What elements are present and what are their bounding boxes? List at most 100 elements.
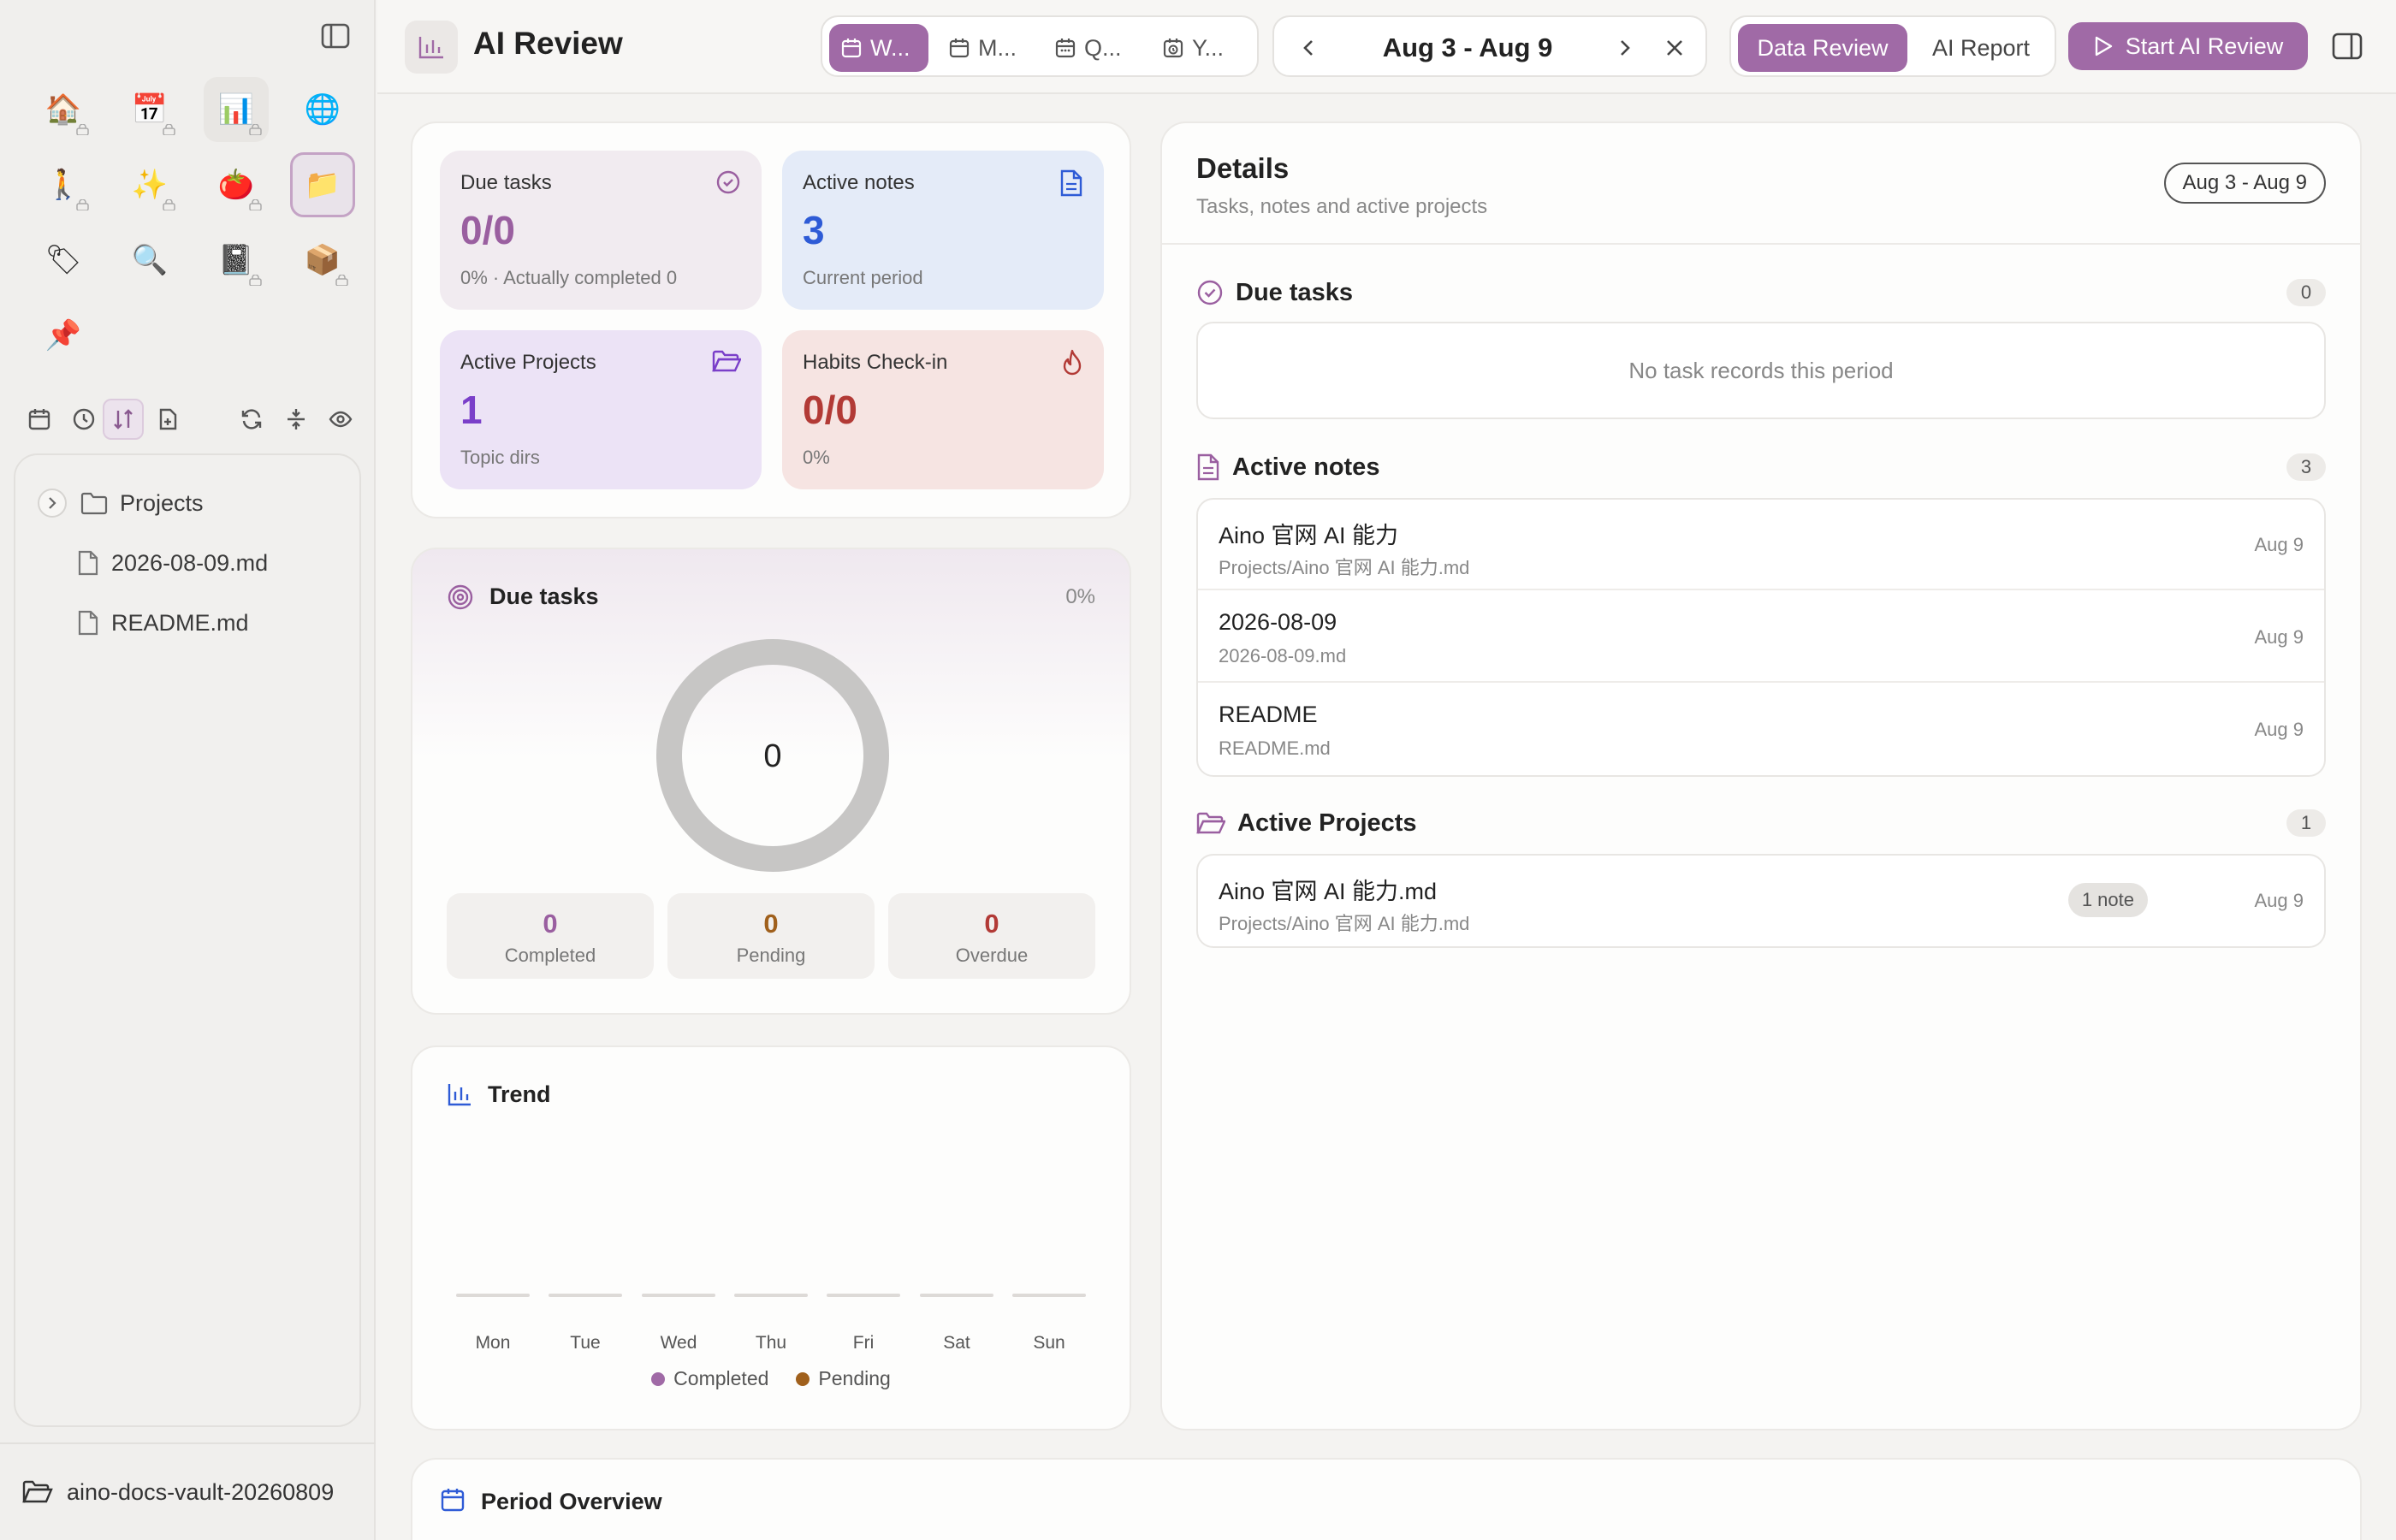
app-tomato-icon[interactable]: 🍅 [204,152,269,217]
stat-sub: Current period [803,267,923,288]
legend-label: Pending [818,1367,891,1389]
stat-value: 0/0 [803,388,857,432]
project-note-count-badge: 1 note [2067,883,2148,917]
stat-active-notes[interactable]: Active notes 3 Current period [782,151,1104,310]
project-title: Aino 官网 AI 能力.md [1219,879,1438,904]
vault-name: aino-docs-vault-20260809 [67,1478,335,1505]
summary-value: 0 [543,909,558,939]
check-circle-icon [716,170,740,194]
document-icon [1060,169,1082,197]
tab-year[interactable]: Y... [1151,24,1252,72]
app-files-icon[interactable]: 📁 [290,152,355,217]
details-projects-header: Active Projects [1196,806,1417,840]
app-pushpin-icon[interactable]: 📌 [31,303,96,368]
details-range-pill: Aug 3 - Aug 9 [2163,163,2326,204]
sort-icon[interactable] [103,399,144,440]
file-tree: Projects 2026-08-09.md README.md [14,453,361,1427]
right-panel-toggle-icon[interactable] [2328,27,2366,65]
tab-year-label: Y... [1192,34,1225,61]
app-tag-icon[interactable]: 🏷 [31,228,96,293]
app-search-icon[interactable]: 🔍 [117,228,182,293]
details-title: Details [1196,152,1290,184]
app-walk-icon[interactable]: 🚶 [31,152,96,217]
trend-legend: Completed Pending [411,1367,1131,1390]
app-launcher-grid: 🏠 📅 📊 🌐 🚶 ✨ 🍅 📁 🏷 🔍 📓 📦 📌 [31,77,356,368]
tree-folder-projects[interactable]: Projects [38,477,204,529]
calendar-grid-icon [1055,38,1076,58]
legend-dot [796,1371,810,1386]
summary-pending: 0 Pending [667,893,875,979]
new-file-icon[interactable] [147,399,188,440]
stat-value: 1 [460,388,483,432]
app-home-icon[interactable]: 🏠 [31,77,96,142]
summary-overdue: 0 Overdue [888,893,1095,979]
tree-folder-label: Projects [120,489,204,516]
start-ai-review-button[interactable]: Start AI Review [2068,22,2308,70]
stat-sub: 0% [803,447,830,468]
note-item[interactable]: README README.md Aug 9 [1198,684,2324,775]
note-path: Projects/Aino 官网 AI 能力.md [1219,557,1470,578]
eye-icon[interactable] [320,399,361,440]
details-due-header: Due tasks [1196,275,1353,310]
app-notebook-icon[interactable]: 📓 [204,228,269,293]
chevron-right-icon[interactable] [1604,27,1646,68]
project-item[interactable]: Aino 官网 AI 能力.md Projects/Aino 官网 AI 能力.… [1198,856,2324,946]
tree-file-item[interactable]: 2026-08-09.md [77,537,268,589]
app-sparkles-icon[interactable]: ✨ [117,152,182,217]
calendar-icon[interactable] [19,399,60,440]
trend-day-label: Sun [1033,1333,1065,1353]
summary-value: 0 [763,909,779,939]
folder-open-icon [1196,812,1225,834]
details-due-title: Due tasks [1236,278,1354,306]
tab-quarter[interactable]: Q... [1043,24,1144,72]
tab-ai-report[interactable]: AI Report [1911,24,2051,72]
lock-icon [163,124,175,135]
stat-habits-checkin[interactable]: Habits Check-in 0/0 0% [782,330,1104,489]
app-box-icon[interactable]: 📦 [290,228,355,293]
file-icon [78,550,98,576]
note-title: README [1219,702,1318,727]
note-item[interactable]: 2026-08-09 2026-08-09.md Aug 9 [1198,592,2324,683]
count-badge: 3 [2286,453,2326,481]
note-item[interactable]: Aino 官网 AI 能力 Projects/Aino 官网 AI 能力.md … [1198,500,2324,590]
sidebar-toggle-icon[interactable] [317,17,354,55]
completion-ring: 0 [656,639,889,872]
stat-sub: 0% · Actually completed 0 [460,267,678,288]
refresh-icon[interactable] [231,399,272,440]
collapse-icon[interactable] [276,399,317,440]
legend-pending: Pending [796,1367,891,1390]
lock-icon [335,275,348,286]
folder-icon [80,492,108,515]
stat-value: 3 [803,208,825,252]
stat-due-tasks[interactable]: Due tasks 0/0 0% · Actually completed 0 [440,151,762,310]
projects-list: Aino 官网 AI 能力.md Projects/Aino 官网 AI 能力.… [1196,854,2326,948]
empty-state: No task records this period [1196,322,2326,419]
trend-day-label: Sat [943,1333,970,1353]
top-bar: AI Review W... M... Q... Y... Aug 3 - Au… [377,0,2396,94]
folder-open-icon [22,1480,53,1503]
lock-icon [76,124,89,135]
app-review-icon[interactable]: 📊 [204,77,269,142]
calendar-clock-icon [1163,38,1183,58]
tree-file-item[interactable]: README.md [77,597,249,649]
close-icon[interactable] [1654,27,1695,68]
play-icon [2095,36,2112,56]
stat-active-projects[interactable]: Active Projects 1 Topic dirs [440,330,762,489]
chevron-right-icon[interactable] [38,489,67,518]
note-date: Aug 9 [2254,534,2304,555]
target-icon [448,584,473,610]
clock-icon[interactable] [63,399,104,440]
stats-card: Due tasks 0/0 0% · Actually completed 0 … [411,121,1131,518]
tab-week[interactable]: W... [829,24,928,72]
tab-month[interactable]: M... [937,24,1038,72]
folder-open-icon [712,350,741,372]
tab-data-review[interactable]: Data Review [1738,24,1907,72]
vault-switcher[interactable]: aino-docs-vault-20260809 [0,1442,376,1540]
project-path: Projects/Aino 官网 AI 能力.md [1219,913,1470,934]
note-title: 2026-08-09 [1219,609,1337,635]
chevron-left-icon[interactable] [1288,27,1329,68]
lock-icon [163,199,175,210]
date-range-label: Aug 3 - Aug 9 [1382,33,1553,62]
app-calendar-icon[interactable]: 📅 [117,77,182,142]
app-web-icon[interactable]: 🌐 [290,77,355,142]
